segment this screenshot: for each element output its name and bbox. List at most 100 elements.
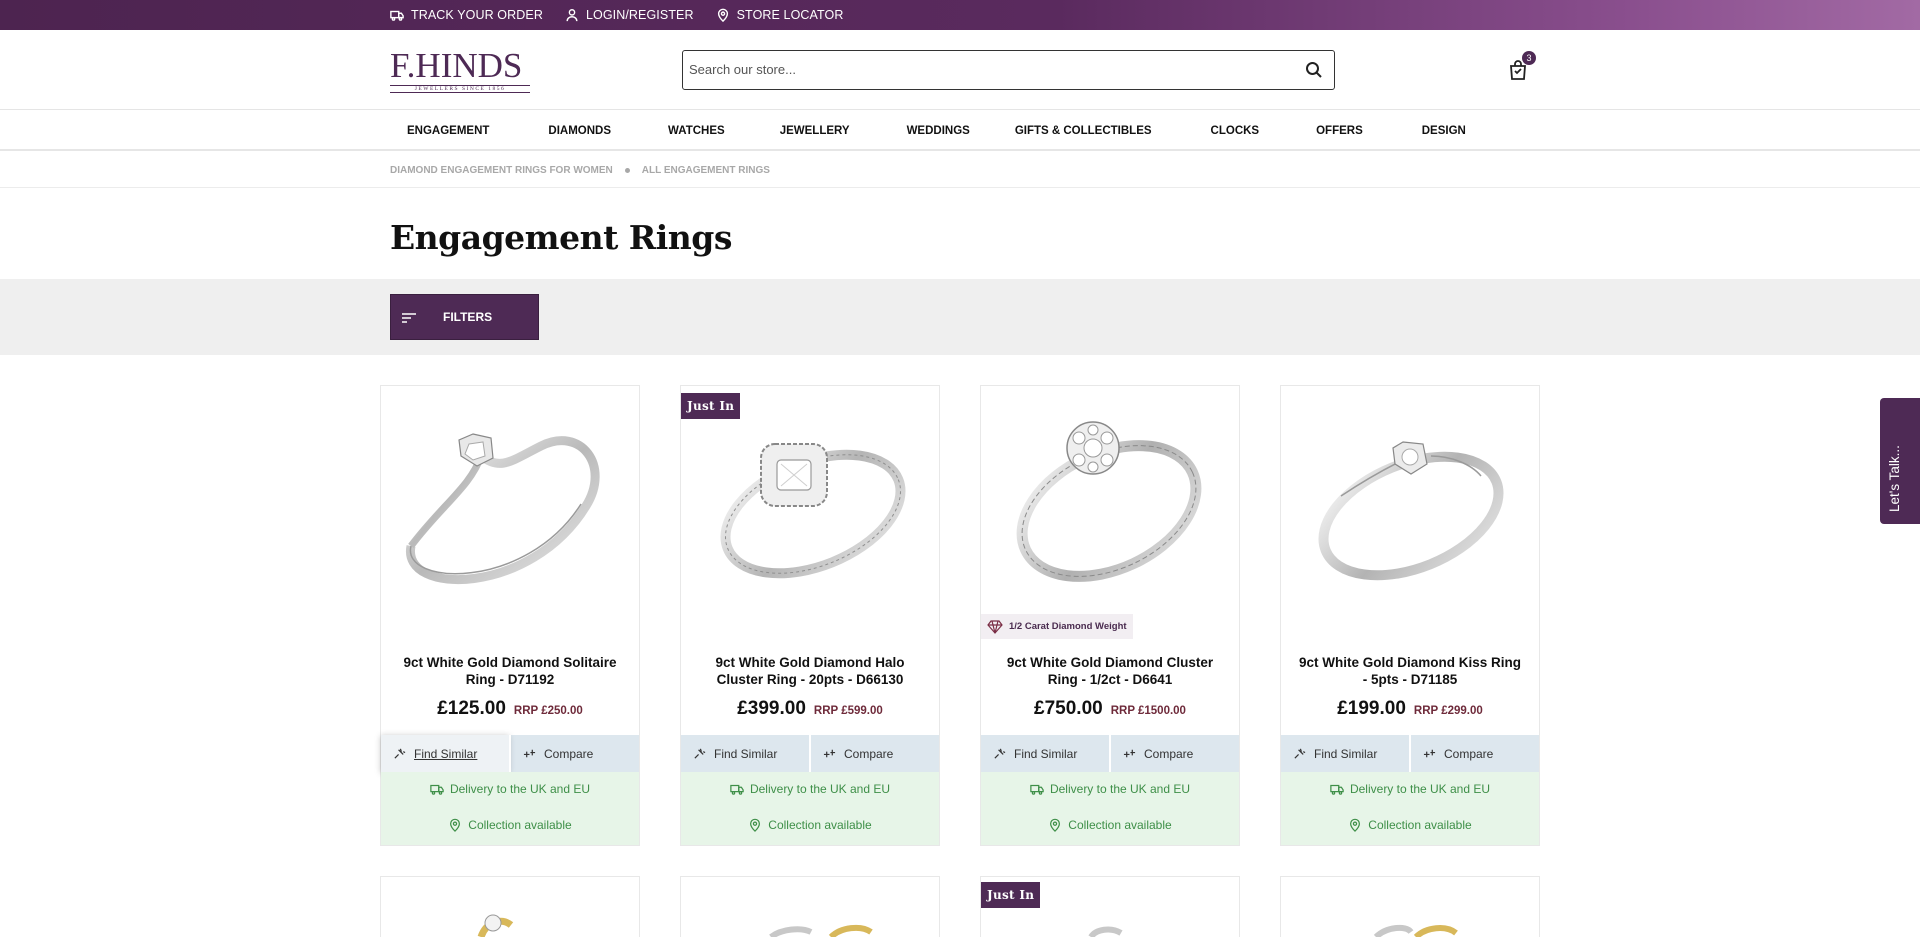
truck-icon [1330,784,1344,795]
nav-item-clocks[interactable]: CLOCKS [1169,125,1277,137]
cart-button[interactable]: 3 [1506,51,1536,82]
truck-icon [390,10,404,21]
nav-item-design[interactable]: DESIGN [1380,125,1483,137]
compare-label: Compare [544,746,594,761]
search-icon[interactable] [1304,60,1324,80]
product-card[interactable] [1280,876,1540,937]
product-card[interactable]: Just In [980,876,1240,937]
user-icon [566,9,578,22]
product-prices: £399.00 RRP £599.00 [681,698,939,720]
product-card[interactable]: Just In 9ct White Gold Diamond Halo Clus… [680,385,940,846]
truck-icon [1030,784,1044,795]
find-similar-button[interactable]: Find Similar [981,735,1109,772]
map-pin-icon [1350,818,1361,832]
lets-talk-label: Let's Talk... [1887,445,1902,512]
map-pin-icon [750,818,761,832]
nav-item-diamonds[interactable]: DIAMONDS [506,125,628,137]
nav-item-weddings[interactable]: WEDDINGS [867,125,987,137]
just-in-badge: Just In [681,393,741,419]
delivery-line: Delivery to the UK and EU [981,782,1239,796]
product-image[interactable] [981,386,1239,616]
find-similar-label: Find Similar [1014,746,1078,761]
main-navigation: ENGAGEMENT DIAMONDS WATCHES JEWELLERY WE… [0,110,1920,151]
compare-button[interactable]: Compare [509,735,639,772]
nav-item-watches[interactable]: WATCHES [628,125,742,137]
site-logo[interactable]: F.HINDS JEWELLERS SINCE 1856 [390,48,532,93]
compare-button[interactable]: Compare [1409,735,1539,772]
ring-image [769,924,873,937]
find-similar-icon [694,748,706,759]
collection-text: Collection available [1068,818,1172,832]
find-similar-button[interactable]: Find Similar [381,735,509,772]
delivery-line: Delivery to the UK and EU [381,782,639,796]
login-register-link[interactable]: LOGIN/REGISTER [565,8,694,22]
nav-item-jewellery[interactable]: JEWELLERY [742,125,867,137]
find-similar-button[interactable]: Find Similar [1281,735,1409,772]
breadcrumb-item-diamond-engagement-rings[interactable]: DIAMOND ENGAGEMENT RINGS FOR WOMEN [390,165,613,176]
compare-icon [1423,749,1436,758]
store-locator-link[interactable]: STORE LOCATOR [716,8,844,22]
ring-image [406,433,600,585]
top-utility-bar: TRACK YOUR ORDER LOGIN/REGISTER STORE LO… [0,0,1920,30]
filters-button[interactable]: FILTERS [390,294,539,340]
search-box[interactable] [682,50,1335,90]
search-input[interactable] [683,51,1283,87]
store-locator-label: STORE LOCATOR [736,8,844,22]
product-image[interactable] [381,386,639,616]
compare-button[interactable]: Compare [809,735,939,772]
lets-talk-tab[interactable]: Let's Talk... [1880,398,1920,524]
filter-bar: FILTERS [0,279,1920,355]
product-card[interactable] [680,876,940,937]
nav-item-offers[interactable]: OFFERS [1276,125,1380,137]
breadcrumb: DIAMOND ENGAGEMENT RINGS FOR WOMEN ALL E… [0,153,1920,188]
map-pin-icon [450,818,461,832]
cart-count-badge: 3 [1522,51,1536,65]
ring-image [1373,924,1458,937]
product-card[interactable]: 9ct White Gold Diamond Kiss Ring - 5pts … [1280,385,1540,846]
collection-text: Collection available [1368,818,1472,832]
product-title[interactable]: 9ct White Gold Diamond Cluster Ring - 1/… [995,654,1225,688]
product-price: £125.00 [437,698,506,719]
nav-item-engagement[interactable]: ENGAGEMENT [390,125,506,137]
product-image[interactable] [681,386,939,616]
compare-button[interactable]: Compare [1109,735,1239,772]
delivery-text: Delivery to the UK and EU [449,782,591,796]
product-card[interactable]: 1/2 Carat Diamond Weight 9ct White Gold … [980,385,1240,846]
track-order-link[interactable]: TRACK YOUR ORDER [390,8,543,22]
compare-icon [1123,749,1136,758]
product-rrp: RRP £250.00 [513,705,583,717]
delivery-text: Delivery to the UK and EU [1349,782,1491,796]
delivery-info: Delivery to the UK and EU Collection ava… [681,772,939,845]
delivery-text: Delivery to the UK and EU [749,782,891,796]
find-similar-icon [994,748,1006,759]
product-price: £199.00 [1337,698,1406,719]
compare-icon [823,749,836,758]
map-pin-icon [1050,818,1061,832]
ring-image [1318,441,1504,581]
product-actions: Find Similar Compare [681,735,939,772]
product-title[interactable]: 9ct White Gold Diamond Solitaire Ring - … [395,654,625,688]
product-card[interactable] [380,876,640,937]
product-title[interactable]: 9ct White Gold Diamond Halo Cluster Ring… [695,654,925,688]
collection-line: Collection available [381,818,639,832]
login-register-label: LOGIN/REGISTER [585,8,694,22]
collection-line: Collection available [1281,818,1539,832]
collection-text: Collection available [768,818,872,832]
compare-label: Compare [1444,746,1494,761]
nav-item-gifts-collectibles[interactable]: GIFTS & COLLECTIBLES [987,125,1169,137]
product-rrp: RRP £1500.00 [1110,705,1186,717]
delivery-info: Delivery to the UK and EU Collection ava… [1281,772,1539,845]
carat-weight-tag: 1/2 Carat Diamond Weight [981,614,1133,639]
find-similar-button[interactable]: Find Similar [681,735,809,772]
product-title[interactable]: 9ct White Gold Diamond Kiss Ring - 5pts … [1295,654,1525,688]
product-image[interactable] [1281,386,1539,616]
ring-image [1016,421,1202,582]
product-card[interactable]: 9ct White Gold Diamond Solitaire Ring - … [380,385,640,846]
filters-label: FILTERS [443,310,493,324]
truck-icon [730,784,744,795]
carat-weight-label: 1/2 Carat Diamond Weight [1009,621,1127,632]
collection-line: Collection available [981,818,1239,832]
compare-icon [523,749,536,758]
breadcrumb-item-all-engagement-rings[interactable]: ALL ENGAGEMENT RINGS [642,165,770,176]
product-prices: £199.00 RRP £299.00 [1281,698,1539,720]
